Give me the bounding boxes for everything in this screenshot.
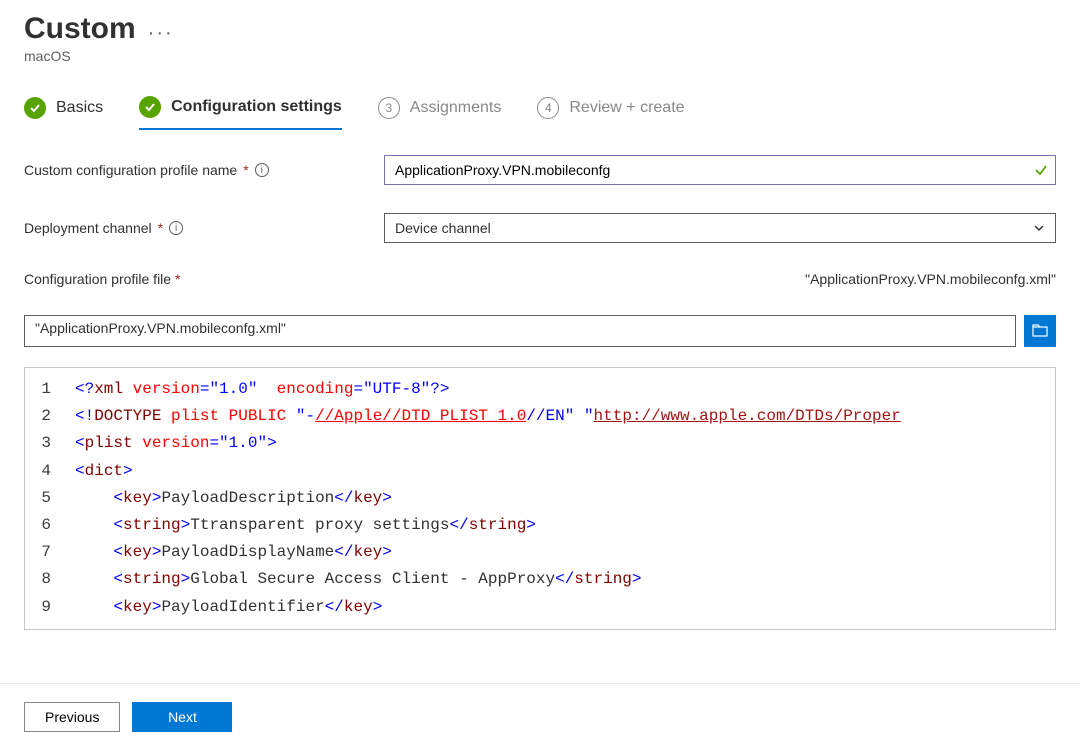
step-review-create[interactable]: 4 Review + create	[537, 97, 684, 129]
chevron-down-icon	[1033, 222, 1045, 234]
config-file-label: Configuration profile file	[24, 271, 171, 287]
code-content: <key>PayloadDescription</key>	[75, 485, 1055, 512]
code-line: 5 <key>PayloadDescription</key>	[25, 485, 1055, 512]
code-line: 3<plist version="1.0">	[25, 430, 1055, 457]
line-number: 4	[25, 458, 75, 485]
required-indicator: *	[175, 271, 180, 287]
profile-name-label: Custom configuration profile name	[24, 162, 237, 178]
footer-actions: Previous Next	[0, 683, 1080, 750]
select-value: Device channel	[395, 220, 491, 236]
profile-name-input[interactable]	[384, 155, 1056, 185]
code-content: <string>Ttransparent proxy settings</str…	[75, 512, 1055, 539]
code-line: 6 <string>Ttransparent proxy settings</s…	[25, 512, 1055, 539]
code-line: 1<?xml version="1.0" encoding="UTF-8"?>	[25, 376, 1055, 403]
deployment-channel-label: Deployment channel	[24, 220, 152, 236]
line-number: 7	[25, 539, 75, 566]
folder-icon	[1032, 323, 1048, 339]
required-indicator: *	[158, 220, 163, 236]
step-label: Review + create	[569, 99, 684, 117]
step-label: Configuration settings	[171, 98, 342, 116]
code-content: <key>PayloadIdentifier</key>	[75, 594, 1055, 621]
code-content: <key>PayloadDisplayName</key>	[75, 539, 1055, 566]
step-label: Assignments	[410, 99, 502, 117]
code-line: 7 <key>PayloadDisplayName</key>	[25, 539, 1055, 566]
code-line: 9 <key>PayloadIdentifier</key>	[25, 594, 1055, 621]
line-number: 6	[25, 512, 75, 539]
line-number: 1	[25, 376, 75, 403]
code-content: <plist version="1.0">	[75, 430, 1055, 457]
code-content: <?xml version="1.0" encoding="UTF-8"?>	[75, 376, 1055, 403]
step-basics[interactable]: Basics	[24, 97, 103, 129]
xml-code-viewer: 1<?xml version="1.0" encoding="UTF-8"?>2…	[24, 367, 1056, 630]
check-icon	[139, 96, 161, 118]
check-icon	[24, 97, 46, 119]
code-line: 8 <string>Global Secure Access Client - …	[25, 566, 1055, 593]
code-line: 2<!DOCTYPE plist PUBLIC "-//Apple//DTD P…	[25, 403, 1055, 430]
step-assignments[interactable]: 3 Assignments	[378, 97, 502, 129]
required-indicator: *	[243, 162, 248, 178]
line-number: 8	[25, 566, 75, 593]
config-file-path-display: "ApplicationProxy.VPN.mobileconfg.xml"	[24, 315, 1016, 347]
next-button[interactable]: Next	[132, 702, 232, 732]
previous-button[interactable]: Previous	[24, 702, 120, 732]
deployment-channel-select[interactable]: Device channel	[384, 213, 1056, 243]
browse-file-button[interactable]	[1024, 315, 1056, 347]
line-number: 9	[25, 594, 75, 621]
more-menu-icon[interactable]: ···	[148, 22, 174, 45]
line-number: 3	[25, 430, 75, 457]
step-configuration-settings[interactable]: Configuration settings	[139, 96, 342, 130]
config-file-name: "ApplicationProxy.VPN.mobileconfg.xml"	[805, 271, 1056, 287]
info-icon[interactable]: i	[255, 163, 269, 177]
step-number: 4	[537, 97, 559, 119]
code-content: <!DOCTYPE plist PUBLIC "-//Apple//DTD PL…	[75, 403, 1055, 430]
check-icon	[1034, 163, 1048, 177]
info-icon[interactable]: i	[169, 221, 183, 235]
line-number: 5	[25, 485, 75, 512]
step-label: Basics	[56, 99, 103, 117]
page-title: Custom	[24, 12, 136, 46]
code-content: <string>Global Secure Access Client - Ap…	[75, 566, 1055, 593]
code-line: 4<dict>	[25, 458, 1055, 485]
code-content: <dict>	[75, 458, 1055, 485]
page-subtitle: macOS	[24, 48, 1056, 64]
wizard-steps: Basics Configuration settings 3 Assignme…	[24, 96, 1056, 131]
line-number: 2	[25, 403, 75, 430]
step-number: 3	[378, 97, 400, 119]
